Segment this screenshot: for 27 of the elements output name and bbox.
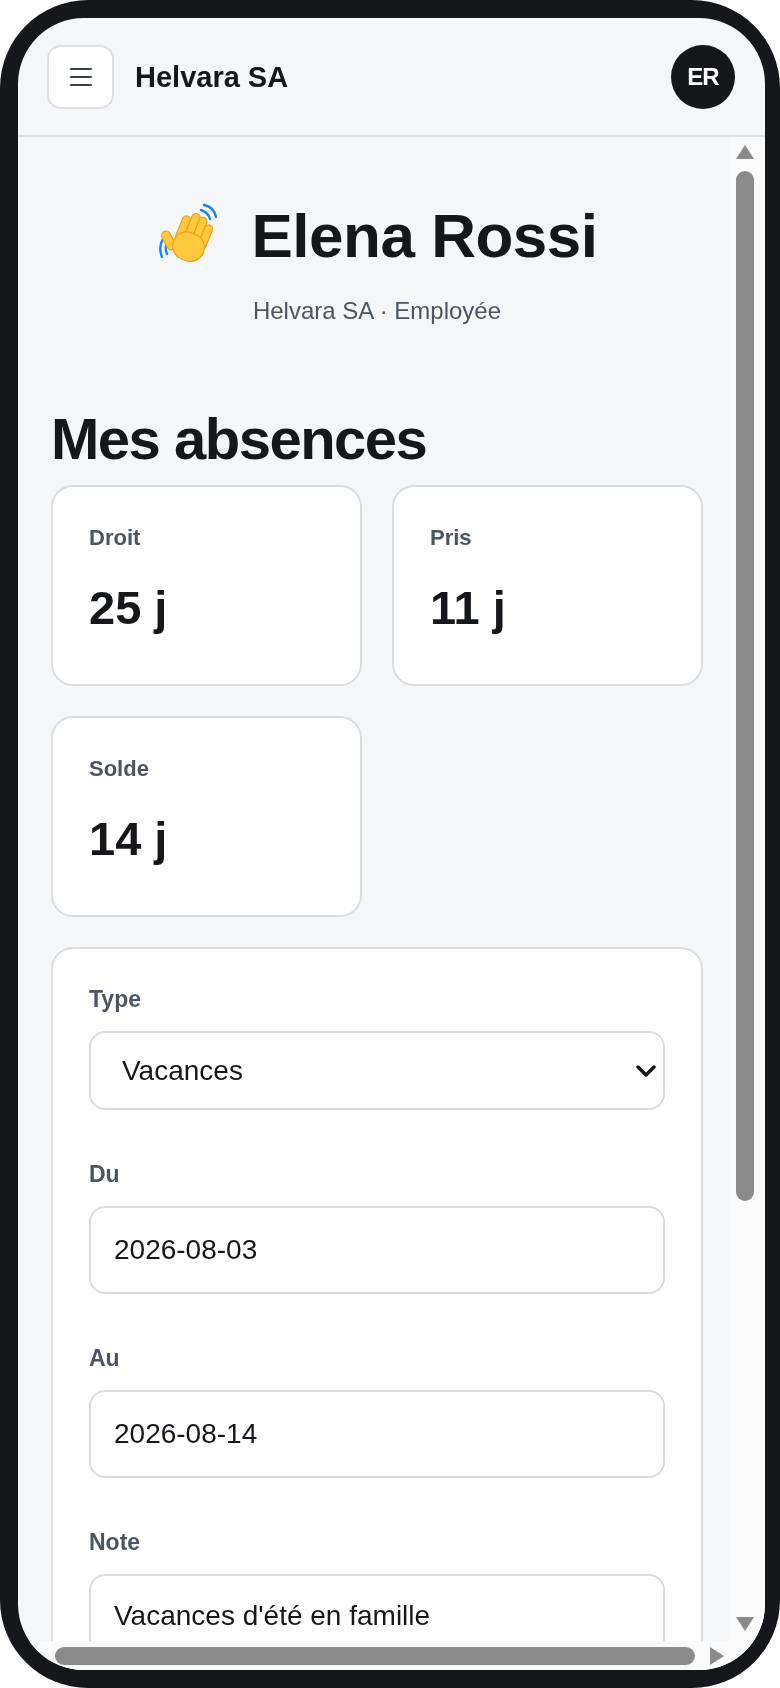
menu-icon bbox=[69, 67, 92, 86]
field-label: Type bbox=[89, 985, 141, 1013]
user-avatar[interactable]: ER bbox=[671, 44, 735, 109]
scroll-down-icon[interactable] bbox=[736, 1617, 754, 1631]
select-field[interactable]: Vacances bbox=[89, 1031, 665, 1110]
field-label: Au bbox=[89, 1344, 120, 1372]
stat-label: Pris bbox=[430, 525, 472, 551]
stat-value: 14 j bbox=[89, 812, 168, 866]
user-name: Elena Rossi bbox=[251, 201, 598, 271]
user-subtitle: Helvara SA · Employée bbox=[252, 296, 502, 326]
menu-button[interactable] bbox=[47, 44, 114, 109]
note-field[interactable]: Vacances d'été en famille bbox=[89, 1574, 665, 1641]
section-title: Mes absences bbox=[51, 406, 427, 472]
scroll-right-icon[interactable] bbox=[710, 1646, 724, 1665]
stat-value: 11 j bbox=[430, 581, 506, 635]
date-field[interactable]: 2026-08-03 bbox=[89, 1206, 665, 1294]
scrollbar-thumb[interactable] bbox=[55, 1646, 695, 1665]
chevron-down-icon bbox=[636, 1063, 656, 1078]
company-name: Helvara SA bbox=[135, 59, 289, 94]
field-label: Note bbox=[89, 1528, 141, 1556]
stat-label: Droit bbox=[89, 525, 141, 551]
stat-label: Solde bbox=[89, 756, 149, 782]
scroll-up-icon[interactable] bbox=[736, 145, 754, 159]
date-field[interactable]: 2026-08-14 bbox=[89, 1390, 665, 1478]
scrollbar-thumb[interactable] bbox=[736, 171, 754, 1201]
field-label: Du bbox=[89, 1160, 120, 1188]
stat-value: 25 j bbox=[89, 581, 168, 635]
